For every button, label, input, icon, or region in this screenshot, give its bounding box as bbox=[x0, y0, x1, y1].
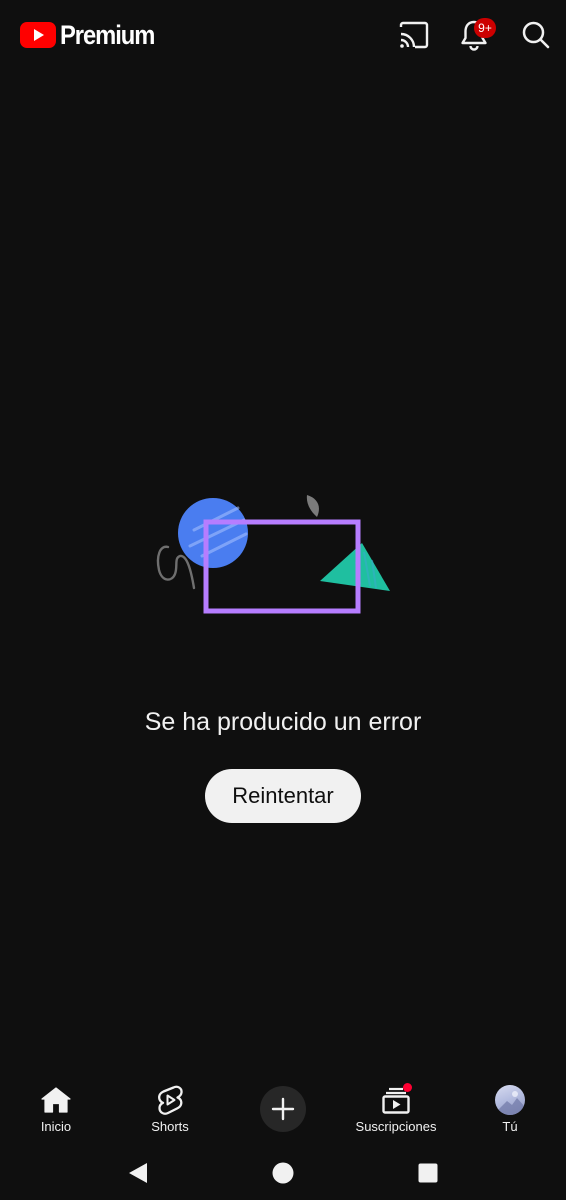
back-icon bbox=[129, 1163, 147, 1183]
nav-label-subscriptions: Suscripciones bbox=[355, 1119, 437, 1134]
nav-item-shorts[interactable]: Shorts bbox=[114, 1084, 226, 1144]
cast-button[interactable] bbox=[396, 17, 432, 53]
nav-item-you[interactable]: Tú bbox=[454, 1084, 566, 1144]
nav-label-you: Tú bbox=[502, 1119, 518, 1134]
youtube-premium-logo[interactable]: Premium bbox=[20, 20, 167, 50]
notification-badge: 9+ bbox=[474, 18, 496, 38]
search-button[interactable] bbox=[518, 17, 554, 53]
plus-icon bbox=[271, 1097, 295, 1121]
nav-label-home: Inicio bbox=[40, 1119, 72, 1134]
subscriptions-icon bbox=[380, 1083, 412, 1116]
android-system-navigation bbox=[0, 1146, 566, 1200]
shorts-icon bbox=[154, 1084, 186, 1116]
bottom-navigation: Inicio Shorts Suscripciones Tú bbox=[0, 1076, 566, 1146]
nav-item-home[interactable]: Inicio bbox=[0, 1084, 112, 1144]
nav-item-subscriptions[interactable]: Suscripciones bbox=[340, 1083, 452, 1144]
logo-text: Premium bbox=[60, 20, 155, 50]
teal-triangle-shape bbox=[320, 543, 390, 591]
create-button[interactable] bbox=[260, 1086, 306, 1132]
home-circle-icon bbox=[272, 1162, 294, 1184]
cast-icon bbox=[399, 21, 429, 49]
error-message: Se ha producido un error bbox=[144, 708, 422, 736]
nav-label-shorts: Shorts bbox=[151, 1119, 189, 1134]
search-icon bbox=[522, 21, 550, 49]
recents-icon bbox=[418, 1163, 438, 1183]
youtube-logo-icon bbox=[20, 22, 56, 48]
retry-button[interactable]: Reintentar bbox=[205, 769, 361, 823]
error-illustration bbox=[156, 495, 390, 614]
top-app-bar: Premium 9+ bbox=[0, 0, 566, 70]
new-content-dot bbox=[403, 1083, 412, 1092]
home-icon bbox=[40, 1084, 72, 1116]
avatar bbox=[494, 1084, 526, 1116]
system-recents-button[interactable] bbox=[413, 1158, 443, 1188]
grey-leaf-shape bbox=[306, 495, 319, 517]
system-home-button[interactable] bbox=[268, 1158, 298, 1188]
system-back-button[interactable] bbox=[122, 1158, 152, 1188]
